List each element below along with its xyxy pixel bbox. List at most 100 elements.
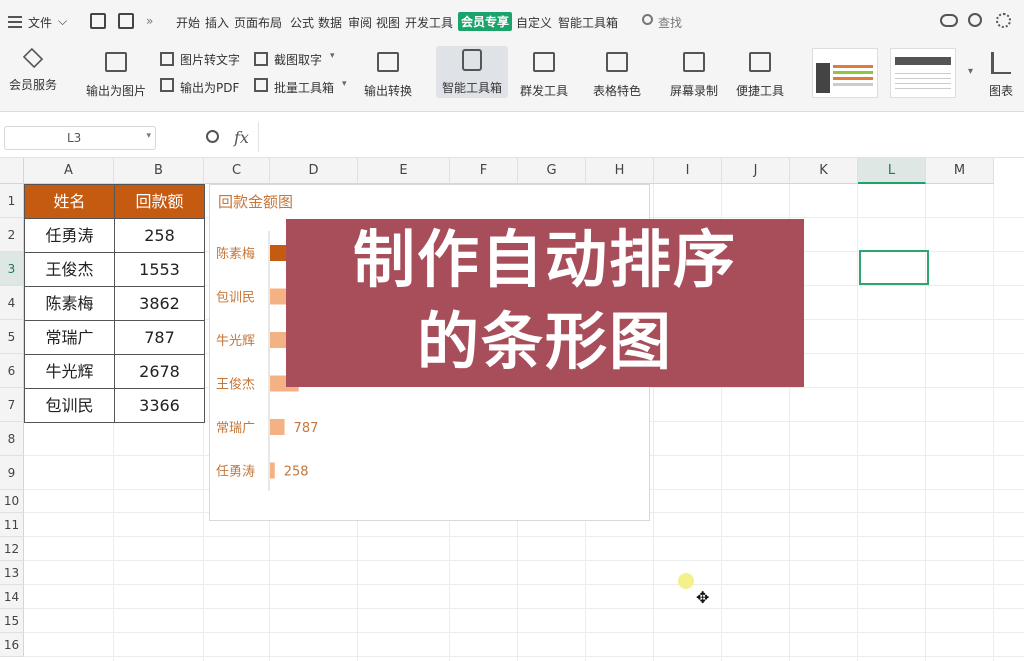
share-user-icon[interactable]	[968, 13, 982, 27]
row-header-10[interactable]: 10	[0, 490, 24, 513]
name-cell[interactable]: 牛光辉	[24, 354, 115, 389]
tab-member[interactable]: 会员专享	[458, 12, 513, 31]
column-header-a[interactable]: A	[24, 158, 114, 184]
name-cell[interactable]: 陈素梅	[24, 286, 115, 321]
column-header-d[interactable]: D	[270, 158, 358, 184]
table-header-cell[interactable]: 姓名	[24, 184, 115, 219]
overlay-line-1: 制作自动排序	[352, 223, 737, 296]
bar[interactable]	[270, 462, 275, 479]
grid-hline	[24, 584, 1024, 585]
grid-vline	[993, 184, 994, 661]
tab-formulas[interactable]: 公式	[290, 14, 314, 31]
search-icon[interactable]	[642, 14, 653, 25]
table-features-button[interactable]: 表格特色	[584, 48, 650, 99]
quick-tools-button[interactable]: 便捷工具	[728, 48, 792, 99]
template-scroll-icon[interactable]: ▾	[968, 66, 973, 77]
row-header-2[interactable]: 2	[0, 218, 24, 252]
mass-tools-button[interactable]: 群发工具	[512, 48, 576, 99]
export-image-button[interactable]: 输出为图片	[82, 48, 150, 99]
column-header-f[interactable]: F	[450, 158, 518, 184]
row-header-8[interactable]: 8	[0, 422, 24, 456]
row-header-11[interactable]: 11	[0, 513, 24, 537]
amount-cell[interactable]: 258	[114, 218, 205, 253]
column-header-b[interactable]: B	[114, 158, 204, 184]
screen-record-button[interactable]: 屏幕录制	[664, 48, 724, 99]
tab-page-layout[interactable]: 页面布局	[234, 14, 282, 31]
tab-insert[interactable]: 插入	[205, 14, 229, 31]
grid-hline	[24, 632, 1024, 633]
column-header-j[interactable]: J	[722, 158, 790, 184]
selected-cell-l3[interactable]	[859, 250, 929, 285]
batch-dropdown-icon[interactable]: ▾	[342, 79, 347, 89]
formula-input[interactable]	[258, 122, 1024, 152]
amount-cell[interactable]: 1553	[114, 252, 205, 287]
column-header-l[interactable]: L	[858, 158, 926, 184]
screenshot-dropdown-icon[interactable]: ▾	[330, 51, 335, 61]
row-header-9[interactable]: 9	[0, 456, 24, 490]
batch-tools-button[interactable]: 批量工具箱	[274, 79, 334, 96]
row-header-14[interactable]: 14	[0, 585, 24, 609]
row-header-1[interactable]: 1	[0, 184, 24, 218]
chevron-down-icon[interactable]: ⌵	[58, 14, 67, 29]
row-header-4[interactable]: 4	[0, 286, 24, 320]
chart-template-thumbnail[interactable]	[812, 48, 878, 98]
name-cell[interactable]: 常瑞广	[24, 320, 115, 355]
more-chevron-icon[interactable]: »	[146, 14, 153, 28]
select-all-corner[interactable]	[0, 158, 24, 184]
cell-reference: L3	[67, 131, 82, 145]
amount-cell[interactable]: 3366	[114, 388, 205, 423]
table-template-thumbnail[interactable]	[890, 48, 956, 98]
column-header-i[interactable]: I	[654, 158, 722, 184]
smart-toolbox-button[interactable]: 智能工具箱	[436, 46, 508, 98]
name-box-dropdown-icon[interactable]: ▾	[146, 131, 151, 141]
chart-button[interactable]: 图表	[984, 48, 1018, 99]
bar[interactable]	[270, 419, 285, 435]
diamond-icon	[22, 47, 44, 69]
row-header-7[interactable]: 7	[0, 388, 24, 422]
category-label: 任勇涛	[216, 464, 255, 480]
name-cell[interactable]: 包训民	[24, 388, 115, 423]
column-header-c[interactable]: C	[204, 158, 270, 184]
image-to-text-button[interactable]: 图片转文字	[180, 51, 240, 68]
row-header-5[interactable]: 5	[0, 320, 24, 354]
tab-developer[interactable]: 开发工具	[405, 14, 453, 31]
settings-icon[interactable]	[996, 13, 1011, 28]
cloud-sync-icon[interactable]	[940, 14, 958, 27]
member-service-button[interactable]: 会员服务	[2, 47, 64, 93]
amount-cell[interactable]: 787	[114, 320, 205, 355]
column-header-k[interactable]: K	[790, 158, 858, 184]
tab-review[interactable]: 审阅	[348, 14, 372, 31]
name-cell[interactable]: 任勇涛	[24, 218, 115, 253]
column-header-g[interactable]: G	[518, 158, 586, 184]
fx-label[interactable]: fx	[234, 128, 249, 147]
save-icon[interactable]	[90, 13, 106, 29]
export-convert-button[interactable]: 输出转换	[356, 48, 420, 99]
name-box[interactable]: L3 ▾	[4, 126, 156, 150]
tab-data[interactable]: 数据	[318, 14, 342, 31]
tab-home[interactable]: 开始	[176, 14, 200, 31]
row-header-3[interactable]: 3	[0, 252, 24, 286]
screenshot-text-button[interactable]: 截图取字	[274, 51, 322, 68]
column-header-h[interactable]: H	[586, 158, 654, 184]
amount-cell[interactable]: 2678	[114, 354, 205, 389]
tab-view[interactable]: 视图	[376, 14, 400, 31]
tab-smart-toolbox[interactable]: 智能工具箱	[558, 14, 618, 31]
column-header-m[interactable]: M	[926, 158, 994, 184]
tab-customize[interactable]: 自定义	[516, 14, 552, 31]
column-header-e[interactable]: E	[358, 158, 450, 184]
file-menu[interactable]: 文件	[28, 14, 52, 31]
zoom-icon[interactable]	[206, 130, 219, 143]
row-header-12[interactable]: 12	[0, 537, 24, 561]
hamburger-menu-icon[interactable]	[8, 16, 22, 28]
table-header-cell[interactable]: 回款额	[114, 184, 205, 219]
export-pdf-button[interactable]: 输出为PDF	[180, 79, 239, 96]
row-header-16[interactable]: 16	[0, 633, 24, 657]
row-header-6[interactable]: 6	[0, 354, 24, 388]
search-label[interactable]: 查找	[658, 14, 682, 31]
row-header-13[interactable]: 13	[0, 561, 24, 585]
export-icon[interactable]	[118, 13, 134, 29]
amount-cell[interactable]: 3862	[114, 286, 205, 321]
row-header-15[interactable]: 15	[0, 609, 24, 633]
thumbnail-grid	[895, 69, 951, 93]
name-cell[interactable]: 王俊杰	[24, 252, 115, 287]
